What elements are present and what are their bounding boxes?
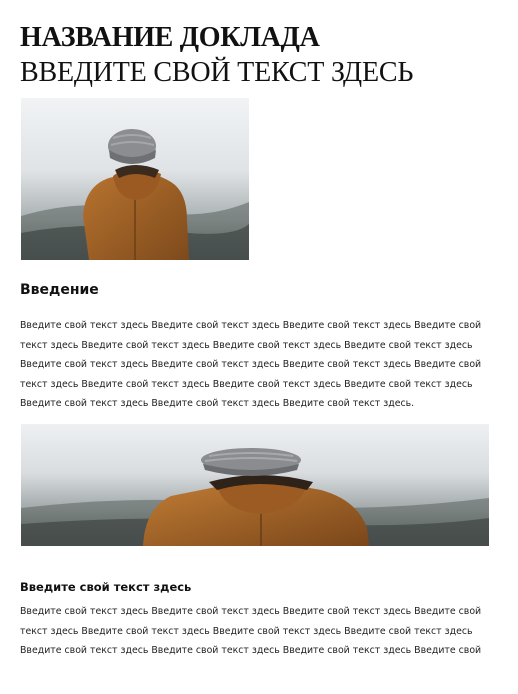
section-heading-secondary: Введите свой текст здесь xyxy=(20,580,192,594)
person-in-fog-photo xyxy=(21,98,249,260)
section-body-introduction: Введите свой текст здесь Введите свой те… xyxy=(20,320,482,409)
report-subtitle: ВВЕДИТЕ СВОЙ ТЕКСТ ЗДЕСЬ xyxy=(20,57,414,88)
section-heading-introduction: Введение xyxy=(20,282,99,298)
person-in-fog-photo-wide xyxy=(21,424,489,546)
report-title: НАЗВАНИЕ ДОКЛАДА xyxy=(20,22,320,53)
section-body-secondary: Введите свой текст здесь Введите свой те… xyxy=(20,606,482,656)
